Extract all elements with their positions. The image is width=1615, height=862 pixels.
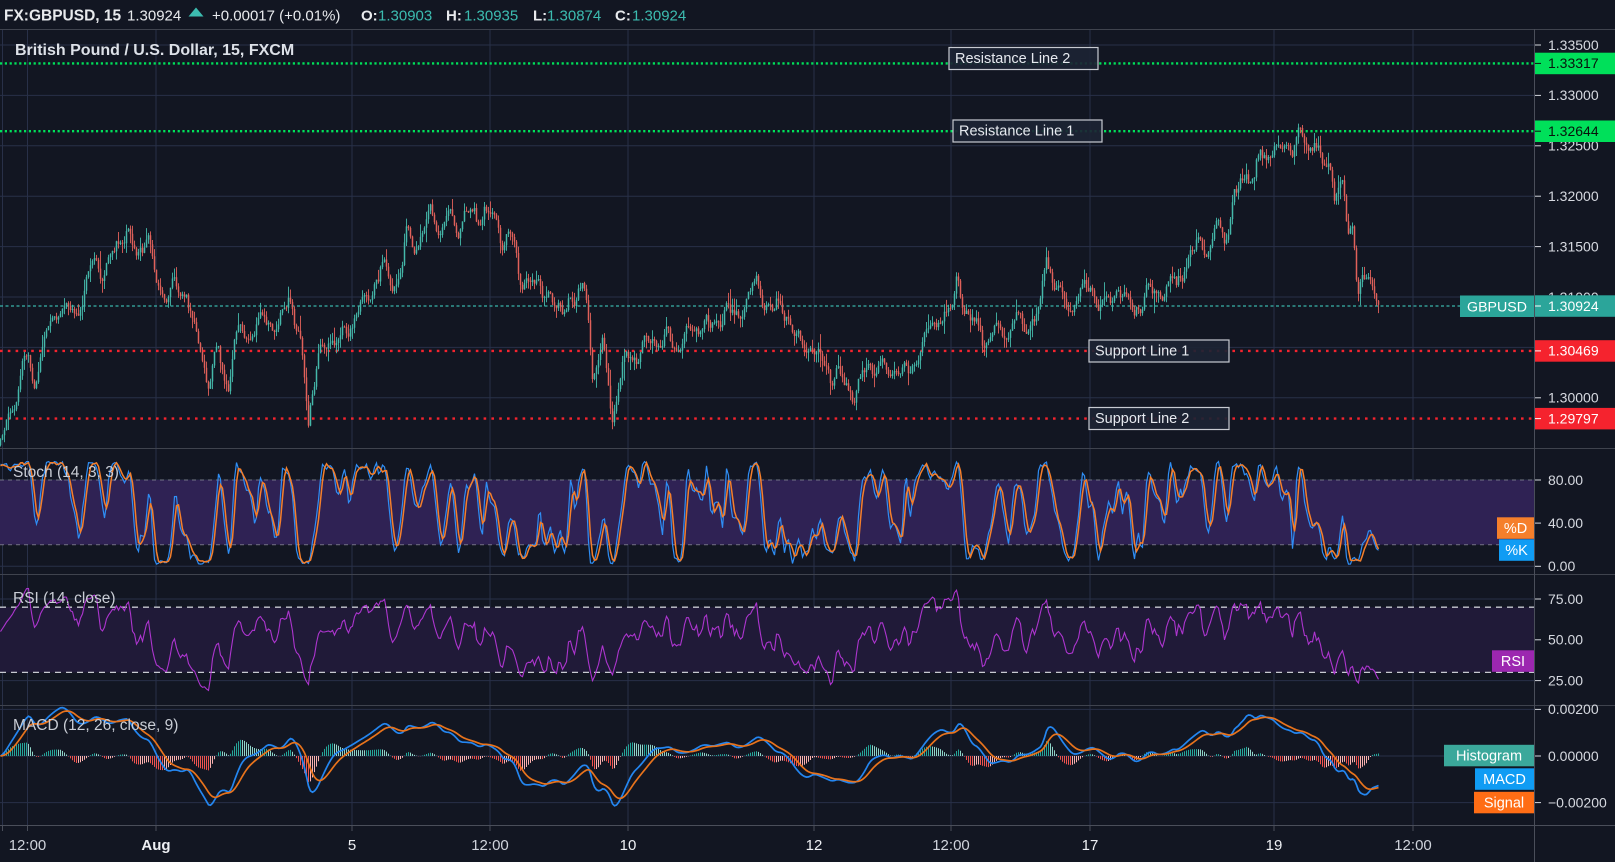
svg-text:Support Line 1: Support Line 1 xyxy=(1095,344,1189,360)
svg-text:%D: %D xyxy=(1504,521,1527,537)
svg-text:17: 17 xyxy=(1082,837,1099,854)
svg-text:Signal: Signal xyxy=(1484,796,1524,812)
svg-text:0.00: 0.00 xyxy=(1548,558,1575,574)
svg-text:75.00: 75.00 xyxy=(1548,591,1583,607)
svg-text:12:00: 12:00 xyxy=(471,837,509,854)
svg-text:RSI (14, close): RSI (14, close) xyxy=(13,590,116,607)
svg-text:0.00200: 0.00200 xyxy=(1548,701,1599,717)
svg-text:1.30469: 1.30469 xyxy=(1548,343,1599,359)
svg-text:1.32000: 1.32000 xyxy=(1548,188,1599,204)
svg-text:1.33317: 1.33317 xyxy=(1548,55,1599,71)
svg-text:L:: L: xyxy=(533,8,547,25)
svg-text:Resistance Line 2: Resistance Line 2 xyxy=(955,51,1070,67)
svg-text:12:00: 12:00 xyxy=(1394,837,1432,854)
svg-text:12:00: 12:00 xyxy=(9,837,47,854)
svg-text:1.31500: 1.31500 xyxy=(1548,238,1599,254)
svg-text:1.30924: 1.30924 xyxy=(127,8,181,25)
svg-text:25.00: 25.00 xyxy=(1548,672,1583,688)
svg-text:MACD (12, 26, close, 9): MACD (12, 26, close, 9) xyxy=(13,717,178,734)
svg-text:1.30874: 1.30874 xyxy=(547,8,601,25)
svg-text:12:00: 12:00 xyxy=(932,837,970,854)
svg-text:80.00: 80.00 xyxy=(1548,472,1583,488)
svg-text:10: 10 xyxy=(620,837,637,854)
svg-text:FX:GBPUSD, 15: FX:GBPUSD, 15 xyxy=(4,8,122,25)
svg-text:1.30924: 1.30924 xyxy=(632,8,686,25)
svg-text:12: 12 xyxy=(806,837,823,854)
svg-text:40.00: 40.00 xyxy=(1548,515,1583,531)
svg-text:RSI: RSI xyxy=(1501,654,1525,670)
svg-text:Stoch (14, 3, 3): Stoch (14, 3, 3) xyxy=(13,464,119,481)
svg-text:Support Line 2: Support Line 2 xyxy=(1095,411,1189,427)
svg-text:Aug: Aug xyxy=(141,837,170,854)
svg-text:1.30000: 1.30000 xyxy=(1548,390,1599,406)
svg-text:1.30935: 1.30935 xyxy=(464,8,518,25)
svg-text:C:: C: xyxy=(615,8,631,25)
svg-text:1.33500: 1.33500 xyxy=(1548,37,1599,53)
svg-text:1.33000: 1.33000 xyxy=(1548,87,1599,103)
svg-text:+0.00017 (+0.01%): +0.00017 (+0.01%) xyxy=(212,8,340,25)
svg-text:GBPUSD: GBPUSD xyxy=(1467,300,1527,316)
svg-text:−0.00200: −0.00200 xyxy=(1548,794,1607,810)
svg-text:1.29797: 1.29797 xyxy=(1548,410,1599,426)
svg-text:MACD: MACD xyxy=(1483,772,1526,788)
svg-text:1.30903: 1.30903 xyxy=(378,8,432,25)
svg-text:5: 5 xyxy=(348,837,356,854)
svg-text:H:: H: xyxy=(446,8,462,25)
svg-text:50.00: 50.00 xyxy=(1548,632,1583,648)
svg-text:1.30924: 1.30924 xyxy=(1548,298,1599,314)
svg-text:British Pound / U.S. Dollar, 1: British Pound / U.S. Dollar, 15, FXCM xyxy=(15,42,294,59)
svg-text:Resistance Line 1: Resistance Line 1 xyxy=(959,124,1074,140)
svg-text:1.32644: 1.32644 xyxy=(1548,123,1599,139)
svg-text:O:: O: xyxy=(361,8,378,25)
svg-text:%K: %K xyxy=(1505,543,1528,559)
svg-text:0.00000: 0.00000 xyxy=(1548,748,1599,764)
svg-text:19: 19 xyxy=(1266,837,1283,854)
svg-text:Histogram: Histogram xyxy=(1456,749,1522,765)
